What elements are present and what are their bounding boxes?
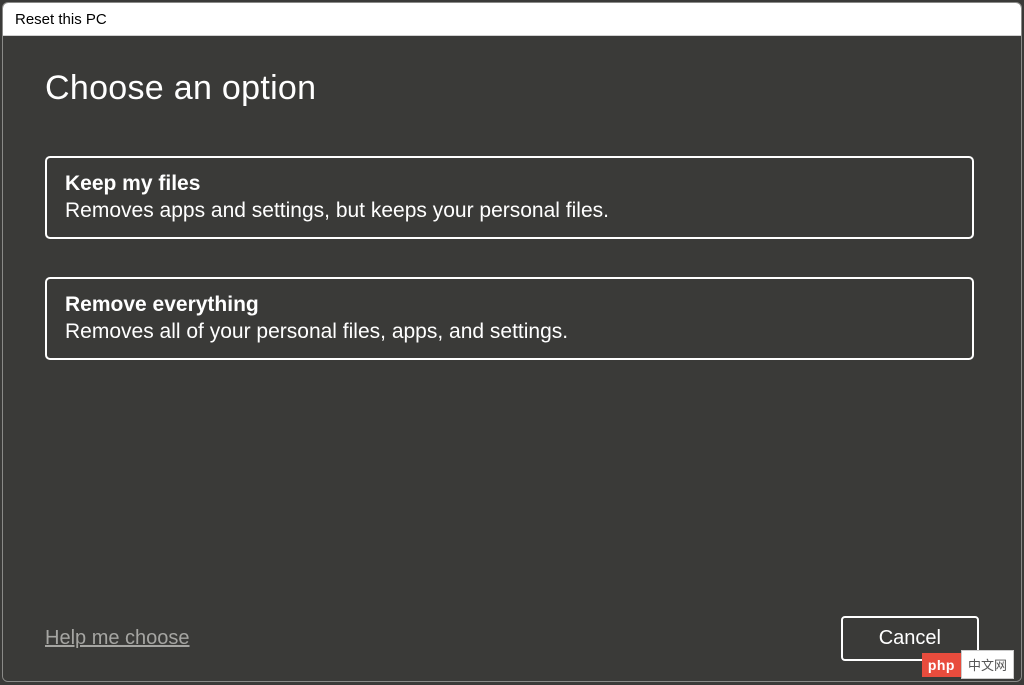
dialog-content: Choose an option Keep my files Removes a… (3, 36, 1021, 681)
watermark-logo: php (922, 653, 961, 677)
option-remove-everything[interactable]: Remove everything Removes all of your pe… (45, 277, 974, 360)
reset-pc-dialog: Reset this PC Choose an option Keep my f… (2, 2, 1022, 682)
window-title: Reset this PC (3, 3, 1021, 36)
option-description: Removes all of your personal files, apps… (65, 320, 954, 344)
dialog-footer: Help me choose Cancel (45, 616, 979, 661)
option-title: Keep my files (65, 172, 954, 196)
options-container: Keep my files Removes apps and settings,… (45, 156, 979, 360)
option-description: Removes apps and settings, but keeps you… (65, 199, 954, 223)
help-me-choose-link[interactable]: Help me choose (45, 627, 190, 650)
option-title: Remove everything (65, 293, 954, 317)
page-heading: Choose an option (45, 69, 979, 108)
watermark-text: 中文网 (961, 650, 1014, 679)
option-keep-my-files[interactable]: Keep my files Removes apps and settings,… (45, 156, 974, 239)
watermark: php 中文网 (922, 650, 1014, 679)
